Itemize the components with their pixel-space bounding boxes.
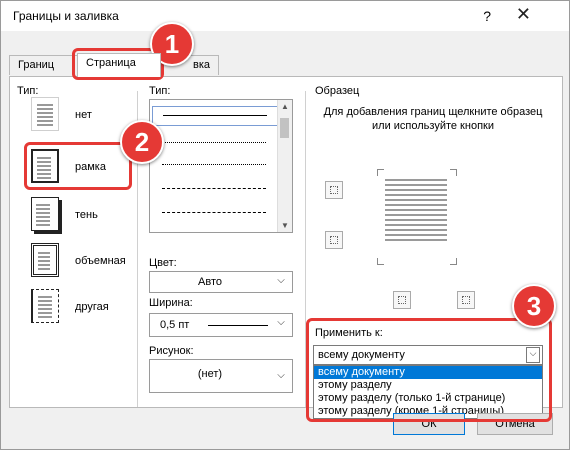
- setting-shadow[interactable]: тень: [31, 197, 131, 235]
- style-dash-dot[interactable]: [162, 212, 266, 213]
- tab-page-border-label: Страница: [86, 57, 136, 69]
- step-badge-3: 3: [512, 284, 556, 328]
- chevron-down-icon: ⌵: [277, 370, 285, 381]
- selected-style-row[interactable]: [152, 106, 278, 126]
- close-button[interactable]: ✕: [516, 4, 531, 25]
- art-value: (нет): [197, 368, 223, 380]
- tab-borders-label: Границ: [18, 59, 55, 71]
- scroll-thumb[interactable]: [280, 118, 289, 138]
- tab-borders[interactable]: Границ: [9, 55, 79, 75]
- chevron-down-icon: ⌵: [277, 317, 285, 328]
- top-border-button[interactable]: [325, 181, 343, 199]
- line-style-list[interactable]: ▲ ▼: [149, 99, 293, 233]
- width-label: Ширина:: [149, 297, 193, 309]
- width-sample-line: [208, 325, 268, 326]
- chevron-down-icon: ⌵: [277, 275, 285, 286]
- color-value: Авто: [198, 276, 222, 288]
- tab-shading-label: вка: [192, 59, 210, 71]
- style-dotted[interactable]: [162, 142, 266, 143]
- page-3d-icon: [31, 243, 59, 277]
- art-label: Рисунок:: [149, 345, 194, 357]
- scroll-up-icon[interactable]: ▲: [281, 102, 289, 111]
- setting-none[interactable]: нет: [31, 97, 131, 135]
- style-scrollbar[interactable]: ▲ ▼: [277, 100, 292, 232]
- style-dashed[interactable]: [162, 188, 266, 189]
- setting-shadow-label: тень: [75, 209, 98, 221]
- highlight-apply-to: [306, 318, 552, 422]
- width-dropdown[interactable]: 0,5 пт ⌵: [149, 313, 293, 337]
- setting-none-label: нет: [75, 109, 92, 121]
- art-dropdown[interactable]: (нет) ⌵: [149, 359, 293, 393]
- dialog-title: Границы и заливка: [13, 9, 119, 23]
- preview-label: Образец: [315, 85, 360, 97]
- step-badge-2: 2: [120, 120, 164, 164]
- setting-3d-label: объемная: [75, 255, 126, 267]
- setting-3d[interactable]: объемная: [31, 243, 131, 281]
- preview-text-lines: [385, 179, 447, 244]
- title-bar: Границы и заливка ? ✕: [1, 1, 569, 31]
- page-custom-icon: [31, 289, 59, 323]
- bottom-border-button[interactable]: [325, 231, 343, 249]
- style-dotted-2[interactable]: [162, 164, 266, 165]
- left-border-button[interactable]: [393, 291, 411, 309]
- style-label: Тип:: [149, 85, 171, 97]
- color-dropdown[interactable]: Авто ⌵: [149, 271, 293, 293]
- page-shadow-icon: [31, 197, 59, 231]
- setting-custom[interactable]: другая: [31, 289, 131, 327]
- page-icon: [31, 97, 59, 131]
- color-label: Цвет:: [149, 257, 177, 269]
- scroll-down-icon[interactable]: ▼: [281, 221, 289, 230]
- help-button[interactable]: ?: [483, 8, 491, 24]
- setting-label: Тип:: [17, 85, 39, 97]
- highlight-box-setting: [24, 142, 132, 190]
- tab-page-border[interactable]: Страница: [77, 53, 161, 77]
- preview-instruction: Для добавления границ щелкните образец и…: [323, 106, 543, 132]
- width-value: 0,5 пт: [160, 319, 190, 331]
- right-border-button[interactable]: [457, 291, 475, 309]
- setting-custom-label: другая: [75, 301, 109, 313]
